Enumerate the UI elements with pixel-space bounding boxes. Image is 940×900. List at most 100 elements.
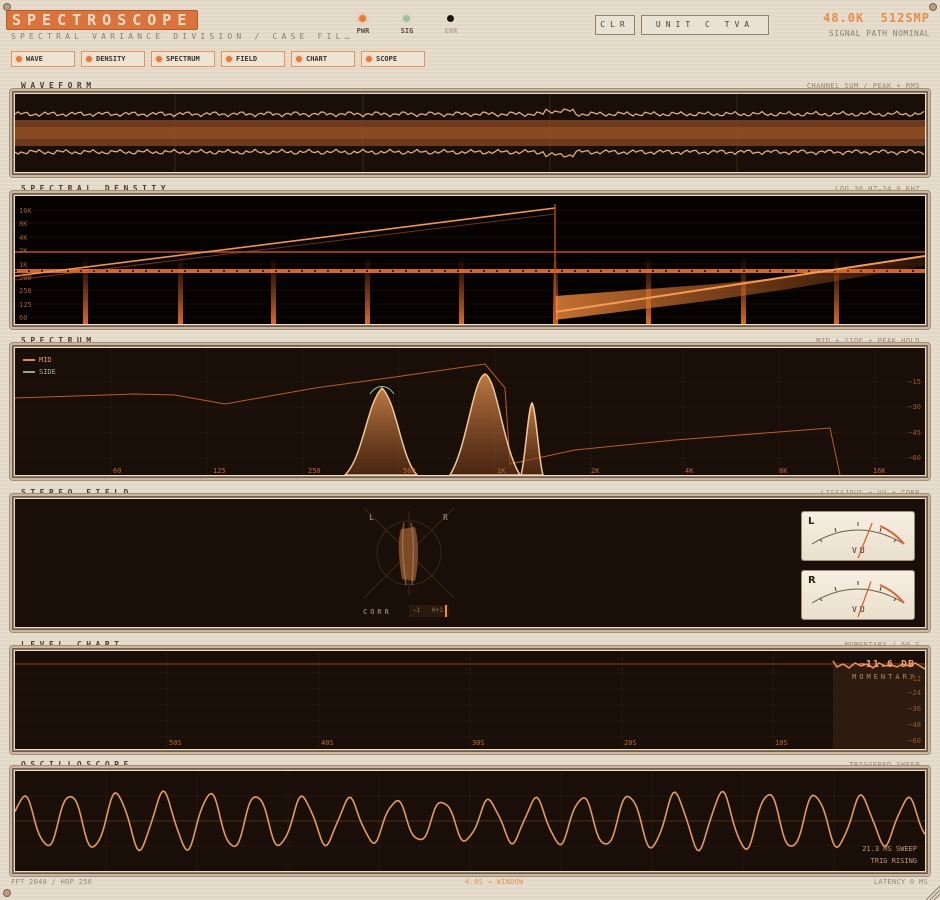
- chart-screen: −11.6 DB MOMENTARY 50S 40S 30S 20S 10S −…: [14, 650, 926, 750]
- pwr-label: PWR: [356, 27, 370, 35]
- mid-swatch-icon: [23, 359, 35, 361]
- sig-led-icon: [403, 15, 410, 22]
- chart-xlabel: 30S: [472, 739, 485, 747]
- tab-led-icon: [226, 56, 232, 62]
- legend-item-side: SIDE: [23, 366, 56, 378]
- sample-rate-readout: 48.0K 512SMP: [823, 11, 930, 25]
- app-subtitle: SPECTRAL VARIANCE DIVISION / CASE FIL…: [11, 32, 354, 41]
- tab-density[interactable]: DENSITY: [81, 51, 145, 67]
- field-screen: L R CORR −1 0+1 L VU R VU: [14, 498, 926, 628]
- unit-button[interactable]: UNIT C TVA: [641, 15, 769, 35]
- lissajous-right-label: R: [443, 513, 448, 522]
- tab-scope[interactable]: SCOPE: [361, 51, 425, 67]
- side-swatch-icon: [23, 371, 35, 373]
- led-sig: SIG: [387, 15, 427, 37]
- spectrum-xlabel: 60: [113, 467, 122, 475]
- level-chart-plot: [15, 651, 925, 749]
- tab-chart[interactable]: CHART: [291, 51, 355, 67]
- led-err: ERR: [431, 15, 471, 37]
- spectrum-panel: MID SIDE 60 125 250 500 1K 2K 4K 8K 16K …: [10, 343, 930, 480]
- footer-fft: FFT 2048 / HOP 256: [11, 878, 93, 886]
- vu-meter-right: R VU: [801, 570, 915, 620]
- buffer-size: 512SMP: [880, 11, 930, 25]
- spectrum-xlabel: 8K: [779, 467, 788, 475]
- legend-label-side: SIDE: [39, 368, 56, 376]
- density-ylabel: 1K: [19, 261, 28, 269]
- density-ylabel: 2K: [19, 247, 28, 255]
- chart-ylabel: −48: [908, 721, 921, 729]
- corner-screw-icon: [929, 3, 937, 11]
- spectrum-ylabel: −30: [908, 403, 921, 411]
- vu-right-label: VU: [852, 605, 868, 614]
- tab-label: FIELD: [236, 55, 258, 63]
- density-ylabel: 4K: [19, 234, 28, 242]
- tab-label: CHART: [306, 55, 328, 63]
- spectrum-xlabel: 250: [308, 467, 321, 475]
- legend-label-mid: MID: [39, 356, 52, 364]
- tab-label: SCOPE: [376, 55, 398, 63]
- scope-plot: [15, 771, 925, 871]
- correlation-label: CORR: [363, 608, 392, 616]
- tab-label: WAVE: [26, 55, 43, 63]
- led-pwr: PWR: [343, 15, 383, 37]
- err-led-icon: [447, 15, 454, 22]
- density-panel: 16K 8K 4K 2K 1K 500 250 125 60: [10, 191, 930, 329]
- footer-latency: LATENCY 0 MS: [873, 878, 928, 886]
- vu-meter-left: L VU: [801, 511, 915, 561]
- tab-led-icon: [86, 56, 92, 62]
- scope-sweep: 21.3 MS SWEEP: [862, 845, 917, 853]
- spectrum-ylabel: −45: [908, 429, 921, 437]
- waveform-peak-bottom: [15, 148, 925, 158]
- scope-panel: 21.3 MS SWEEP TRIG RISING: [10, 766, 930, 876]
- tab-field[interactable]: FIELD: [221, 51, 285, 67]
- spectrum-xlabel: 2K: [591, 467, 600, 475]
- chart-ylabel: −12: [908, 675, 921, 683]
- tab-led-icon: [16, 56, 22, 62]
- spectrum-xlabel: 4K: [685, 467, 694, 475]
- chart-ylabel: −24: [908, 689, 921, 697]
- lissajous-left-label: L: [369, 513, 374, 522]
- spectrum-screen: MID SIDE 60 125 250 500 1K 2K 4K 8K 16K …: [14, 347, 926, 476]
- chart-panel: −11.6 DB MOMENTARY 50S 40S 30S 20S 10S −…: [10, 646, 930, 754]
- waveform-peak-top: [15, 108, 925, 118]
- waveform-screen: [14, 93, 926, 173]
- waveform-panel: [10, 89, 930, 177]
- density-screen: 16K 8K 4K 2K 1K 500 250 125 60: [14, 195, 926, 325]
- tab-led-icon: [366, 56, 372, 62]
- legend-item-mid: MID: [23, 354, 56, 366]
- vu-left-label: VU: [852, 546, 868, 555]
- spectrum-xlabel: 500: [403, 467, 416, 475]
- tab-led-icon: [156, 56, 162, 62]
- chart-reading: −11.6 DB: [858, 659, 915, 670]
- corner-screw-icon: [3, 3, 11, 11]
- density-plot: [15, 204, 925, 324]
- density-ylabel: 16K: [19, 207, 32, 215]
- spectrum-xlabel: 16K: [873, 467, 886, 475]
- density-ylabel: 125: [19, 301, 32, 309]
- spectrum-xlabel: 1K: [497, 467, 506, 475]
- chart-xlabel: 50S: [169, 739, 182, 747]
- corner-screw-icon: [3, 889, 11, 897]
- chart-reading-label: MOMENTARY: [852, 673, 917, 681]
- tab-led-icon: [296, 56, 302, 62]
- chart-xlabel: 10S: [775, 739, 788, 747]
- chart-xlabel: 20S: [624, 739, 637, 747]
- tab-label: SPECTRUM: [166, 55, 200, 63]
- spectrum-legend: MID SIDE: [23, 354, 56, 378]
- scope-trigger: TRIG RISING: [870, 857, 917, 865]
- spectrum-ylabel: −60: [908, 454, 921, 462]
- corr-min-label: −1: [413, 607, 421, 614]
- tab-wave[interactable]: WAVE: [11, 51, 75, 67]
- lissajous-plot: [363, 507, 455, 599]
- density-ylabel: 60: [19, 314, 28, 322]
- clear-button[interactable]: CLR: [595, 15, 635, 35]
- density-ylabel: 500: [19, 274, 32, 282]
- spectrum-plot: [15, 348, 925, 475]
- app-brand: SPECTROSCOPE: [6, 10, 199, 30]
- density-ylabel: 8K: [19, 220, 28, 228]
- correlation-meter: −1 0+1: [409, 605, 449, 617]
- tab-spectrum[interactable]: SPECTRUM: [151, 51, 215, 67]
- corr-indicator: [445, 605, 448, 617]
- sig-label: SIG: [400, 27, 414, 35]
- waveform-plot: [15, 94, 925, 172]
